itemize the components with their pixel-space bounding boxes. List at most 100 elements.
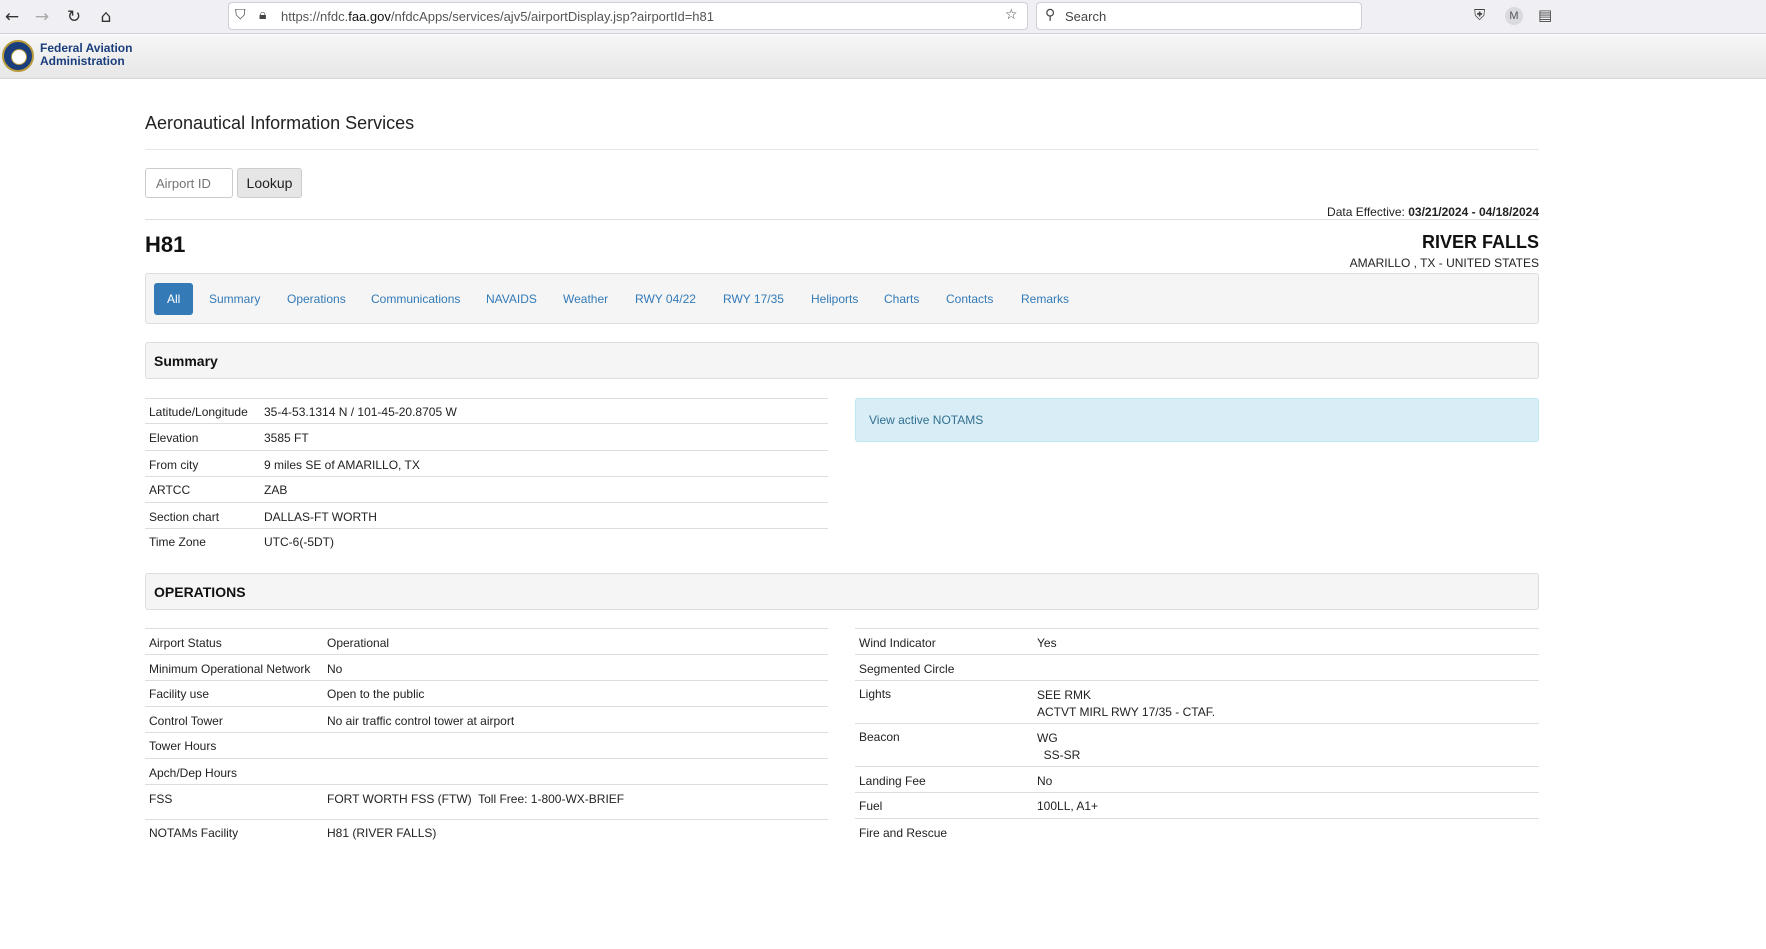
row-value: FORT WORTH FSS (FTW) Toll Free: 1-800-WX… bbox=[323, 784, 828, 820]
tab-operations[interactable]: Operations bbox=[287, 283, 346, 315]
row-label: Fire and Rescue bbox=[855, 818, 1033, 845]
summary-table: Latitude/Longitude 35-4-53.1314 N / 101-4… bbox=[145, 398, 828, 555]
row-value: No bbox=[1033, 766, 1539, 793]
forward-icon[interactable]: → bbox=[30, 5, 54, 29]
table-row: Time Zone UTC-6(-5DT) bbox=[145, 528, 828, 555]
site-header: Federal Aviation Administration bbox=[0, 35, 1766, 79]
table-row: Apch/Dep Hours bbox=[145, 758, 828, 785]
row-value bbox=[323, 732, 828, 759]
table-row: Wind Indicator Yes bbox=[855, 628, 1539, 655]
row-value-line: ACTVT MIRL RWY 17/35 - CTAF. bbox=[1037, 705, 1216, 719]
row-label: ARTCC bbox=[145, 476, 260, 503]
lock-icon[interactable]: 🔒︎ bbox=[259, 7, 266, 23]
tab-heliports[interactable]: Heliports bbox=[811, 283, 858, 315]
tab-rwy-17-35[interactable]: RWY 17/35 bbox=[723, 283, 784, 315]
table-row: Tower Hours bbox=[145, 732, 828, 759]
shield-icon[interactable]: ⛉ bbox=[235, 7, 246, 23]
airport-id: H81 bbox=[145, 232, 186, 257]
table-row: Section chart DALLAS-FT WORTH bbox=[145, 502, 828, 529]
tab-remarks[interactable]: Remarks bbox=[1021, 283, 1069, 315]
row-label: Beacon bbox=[855, 723, 1033, 767]
airport-id-input[interactable] bbox=[145, 168, 233, 198]
reload-icon[interactable]: ↻ bbox=[62, 5, 86, 29]
row-label: Section chart bbox=[145, 502, 260, 529]
tab-navaids[interactable]: NAVAIDS bbox=[486, 283, 537, 315]
lookup-button[interactable]: Lookup bbox=[237, 168, 302, 198]
row-label: Elevation bbox=[145, 423, 260, 451]
row-value-line: SS-SR bbox=[1037, 748, 1081, 762]
row-value: 35-4-53.1314 N / 101-45-20.8705 W bbox=[260, 398, 828, 424]
row-value: 100LL, A1+ bbox=[1033, 792, 1539, 819]
airport-location: AMARILLO , TX - UNITED STATES bbox=[1349, 256, 1539, 270]
table-row: Airport Status Operational bbox=[145, 628, 828, 655]
row-value: UTC-6(-5DT) bbox=[260, 528, 828, 555]
table-row: Segmented Circle bbox=[855, 654, 1539, 681]
data-effective-value: 03/21/2024 - 04/18/2024 bbox=[1408, 205, 1539, 219]
faa-logo-text[interactable]: Federal Aviation Administration bbox=[40, 42, 132, 68]
table-row: Facility use Open to the public bbox=[145, 680, 828, 707]
address-bar[interactable]: ⛉ 🔒︎ https://nfdc.faa.gov/nfdcApps/servi… bbox=[228, 2, 1028, 30]
table-row: NOTAMs Facility H81 (RIVER FALLS) bbox=[145, 819, 828, 846]
operations-heading: OPERATIONS bbox=[145, 573, 1539, 610]
table-row: FSS FORT WORTH FSS (FTW) Toll Free: 1-800… bbox=[145, 784, 828, 820]
operations-table-right: Wind Indicator Yes Segmented Circle Light… bbox=[855, 628, 1539, 845]
tab-contacts[interactable]: Contacts bbox=[946, 283, 993, 315]
reader-icon[interactable]: ▤ bbox=[1538, 6, 1552, 24]
row-label: Apch/Dep Hours bbox=[145, 758, 323, 785]
table-row: Minimum Operational Network No bbox=[145, 654, 828, 681]
notams-panel: View active NOTAMS bbox=[855, 398, 1539, 442]
search-bar[interactable]: ⚲ Search bbox=[1036, 2, 1362, 30]
view-notams-link[interactable]: View active NOTAMS bbox=[869, 413, 983, 427]
table-row: From city 9 miles SE of AMARILLO, TX bbox=[145, 450, 828, 477]
back-icon[interactable]: ← bbox=[0, 5, 24, 29]
table-row: Landing Fee No bbox=[855, 766, 1539, 793]
operations-table-left: Airport Status Operational Minimum Operat… bbox=[145, 628, 828, 846]
row-value bbox=[1033, 654, 1539, 681]
tab-weather[interactable]: Weather bbox=[563, 283, 608, 315]
row-value: ZAB bbox=[260, 476, 828, 503]
row-label: Facility use bbox=[145, 680, 323, 707]
home-icon[interactable]: ⌂ bbox=[94, 5, 118, 29]
tab-communications[interactable]: Communications bbox=[371, 283, 460, 315]
row-label: Minimum Operational Network bbox=[145, 654, 323, 681]
table-row: Control Tower No air traffic control towe… bbox=[145, 706, 828, 733]
pocket-icon[interactable]: ⛨ bbox=[1474, 6, 1485, 24]
row-value: Operational bbox=[323, 628, 828, 655]
search-icon: ⚲ bbox=[1045, 7, 1056, 23]
tab-charts[interactable]: Charts bbox=[884, 283, 919, 315]
data-effective: Data Effective: 03/21/2024 - 04/18/2024 bbox=[1327, 205, 1539, 219]
row-value: No air traffic control tower at airport bbox=[323, 706, 828, 733]
table-row: Beacon WG SS-SR bbox=[855, 723, 1539, 767]
title-divider bbox=[145, 149, 1539, 150]
search-placeholder: Search bbox=[1065, 9, 1107, 24]
bookmark-star-icon[interactable]: ☆ bbox=[1005, 7, 1018, 23]
url-text[interactable]: https://nfdc.faa.gov/nfdcApps/services/a… bbox=[281, 9, 714, 24]
table-row: Elevation 3585 FT bbox=[145, 423, 828, 451]
row-value: 9 miles SE of AMARILLO, TX bbox=[260, 450, 828, 477]
tab-rwy-04-22[interactable]: RWY 04/22 bbox=[635, 283, 696, 315]
row-label: Airport Status bbox=[145, 628, 323, 655]
table-row: ARTCC ZAB bbox=[145, 476, 828, 503]
org-name-line2[interactable]: Administration bbox=[40, 55, 132, 68]
row-value bbox=[1033, 818, 1539, 845]
row-value-line: WG bbox=[1037, 731, 1058, 745]
row-label: Latitude/Longitude bbox=[145, 398, 260, 424]
row-label: Tower Hours bbox=[145, 732, 323, 759]
row-label: Segmented Circle bbox=[855, 654, 1033, 681]
row-value: H81 (RIVER FALLS) bbox=[323, 819, 828, 846]
row-value: WG SS-SR bbox=[1033, 723, 1539, 767]
account-avatar[interactable]: M bbox=[1505, 7, 1523, 25]
row-label: Fuel bbox=[855, 792, 1033, 819]
row-label: Landing Fee bbox=[855, 766, 1033, 793]
faa-seal-icon[interactable] bbox=[2, 40, 34, 72]
row-value: Open to the public bbox=[323, 680, 828, 707]
tab-all[interactable]: All bbox=[154, 283, 194, 315]
row-label: FSS bbox=[145, 784, 323, 820]
section-tabs: All Summary Operations Communications NA… bbox=[145, 273, 1539, 324]
tab-summary[interactable]: Summary bbox=[209, 283, 260, 315]
table-row: Fire and Rescue bbox=[855, 818, 1539, 845]
summary-heading: Summary bbox=[145, 342, 1539, 379]
row-value: No bbox=[323, 654, 828, 681]
page-title: Aeronautical Information Services bbox=[145, 113, 415, 133]
table-row: Fuel 100LL, A1+ bbox=[855, 792, 1539, 819]
